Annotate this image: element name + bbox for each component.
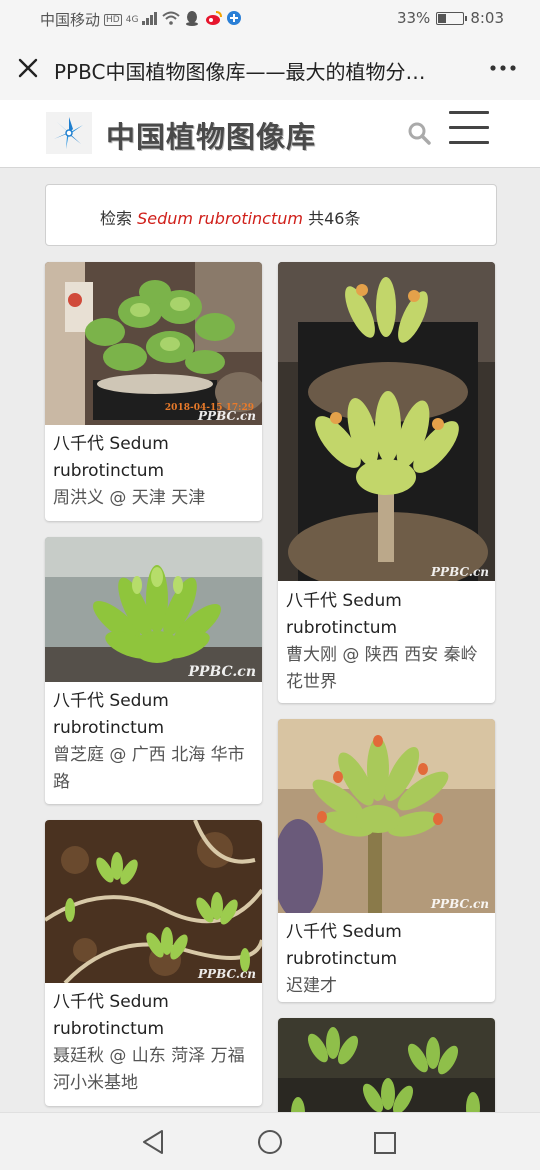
result-text: 检索 Sedum rubrotinctum 共46条 [100, 205, 360, 229]
status-right: 33% 8:03 [397, 9, 504, 27]
battery-fill [438, 13, 447, 23]
clock: 8:03 [470, 9, 504, 27]
photographer: 迟建才 [286, 973, 487, 1000]
battery-icon [436, 11, 468, 25]
photographer: 曾芝庭 @ 广西 北海 华市路 [53, 742, 254, 796]
watermark: PPBC.cn [198, 967, 256, 981]
menu-line [449, 141, 489, 144]
carrier-label: 中国移动 [40, 11, 101, 29]
card-caption: 八千代 Sedum rubrotinctum 周洪义 @ 天津 天津 [53, 431, 254, 512]
photographer: 曹大刚 @ 陕西 西安 秦岭花世界 [286, 642, 487, 696]
plant-photo[interactable]: PPBC.cn [45, 537, 262, 682]
search-icon[interactable] [406, 120, 432, 146]
battery-percent: 33% [396, 9, 431, 27]
card-caption: 八千代 Sedum rubrotinctum 迟建才 [286, 919, 487, 1000]
plant-photo[interactable]: PPBC.cn [45, 820, 262, 983]
card-caption: 八千代 Sedum rubrotinctum 曾芝庭 @ 广西 北海 华市路 [53, 688, 254, 796]
wifi-icon [162, 11, 181, 29]
close-icon[interactable] [14, 54, 42, 82]
plant-card[interactable]: PPBC.cn 八千代 Sedum rubrotinctum 曹大刚 @ 陕西 … [278, 262, 495, 703]
photographer: 周洪义 @ 天津 天津 [53, 485, 254, 512]
plant-photo[interactable]: 2018-04-15 17:29 PPBC.cn [45, 262, 262, 425]
hamburger-menu-icon[interactable] [449, 111, 489, 149]
network-label: 4G [125, 14, 139, 25]
watermark: PPBC.cn [198, 409, 256, 423]
author[interactable]: 聂廷秋 [53, 1046, 104, 1066]
plant-name[interactable]: 八千代 Sedum rubrotinctum [286, 588, 487, 642]
plant-card[interactable]: PPBC.cn 八千代 Sedum rubrotinctum 曾芝庭 @ 广西 … [45, 537, 262, 804]
recent-apps-icon[interactable] [373, 1131, 397, 1159]
author[interactable]: 周洪义 [53, 488, 104, 508]
author[interactable]: 曹大刚 [286, 645, 337, 665]
watermark: PPBC.cn [431, 897, 489, 911]
plant-name[interactable]: 八千代 Sedum rubrotinctum [53, 688, 254, 742]
plant-card[interactable]: PPBC.cn 八千代 Sedum rubrotinctum 迟建才 [278, 719, 495, 1002]
plant-name[interactable]: 八千代 Sedum rubrotinctum [53, 431, 254, 485]
page-title: PPBC中国植物图像库——最大的植物分… [54, 60, 426, 84]
author[interactable]: 迟建才 [286, 976, 337, 996]
plant-name[interactable]: 八千代 Sedum rubrotinctum [286, 919, 487, 973]
plant-photo[interactable]: PPBC.cn [278, 719, 495, 913]
hd-badge: HD [104, 13, 122, 26]
photographer: 聂廷秋 @ 山东 菏泽 万福河小米基地 [53, 1043, 254, 1097]
home-icon[interactable] [257, 1129, 283, 1159]
card-caption: 八千代 Sedum rubrotinctum 聂廷秋 @ 山东 菏泽 万福河小米… [53, 989, 254, 1097]
status-left: 中国移动 HD 4G [40, 9, 242, 30]
browser-icon [226, 10, 242, 30]
browser-title-bar: PPBC中国植物图像库——最大的植物分… [0, 38, 540, 100]
plant-card[interactable]: 2018-04-15 17:29 PPBC.cn 八千代 Sedum rubro… [45, 262, 262, 521]
plant-photo[interactable]: PPBC.cn [278, 262, 495, 581]
watermark: PPBC.cn [188, 664, 256, 680]
logo-icon[interactable] [46, 112, 92, 154]
search-result-summary: 检索 Sedum rubrotinctum 共46条 [45, 184, 497, 246]
location: @ 天津 天津 [109, 488, 206, 508]
signal-icon [142, 11, 158, 29]
card-caption: 八千代 Sedum rubrotinctum 曹大刚 @ 陕西 西安 秦岭花世界 [286, 588, 487, 696]
qq-icon [184, 10, 200, 30]
site-logo-text[interactable]: 中国植物图像库 [106, 114, 316, 156]
plant-name[interactable]: 八千代 Sedum rubrotinctum [53, 989, 254, 1043]
more-icon[interactable] [488, 56, 518, 86]
watermark: PPBC.cn [431, 565, 489, 579]
menu-line [449, 111, 489, 114]
result-count: 共46条 [308, 209, 361, 228]
system-nav-bar [0, 1112, 540, 1170]
status-bar: 中国移动 HD 4G 33% 8:03 [0, 0, 540, 38]
result-keyword[interactable]: Sedum rubrotinctum [137, 209, 303, 228]
weibo-icon [204, 10, 223, 30]
result-prefix: 检索 [100, 209, 133, 228]
menu-line [449, 126, 489, 129]
plant-card[interactable]: PPBC.cn 八千代 Sedum rubrotinctum 聂廷秋 @ 山东 … [45, 820, 262, 1106]
back-icon[interactable] [140, 1128, 166, 1160]
author[interactable]: 曾芝庭 [53, 745, 104, 765]
